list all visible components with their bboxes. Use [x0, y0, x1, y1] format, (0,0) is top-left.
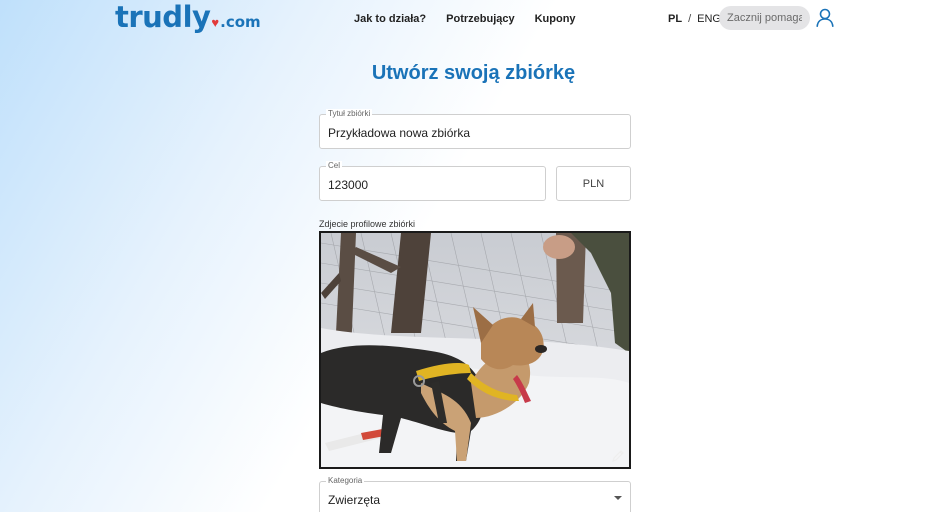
goal-field[interactable]: Cel 123000	[319, 161, 546, 201]
nav-coupons[interactable]: Kupony	[535, 12, 576, 26]
goal-field-value[interactable]: 123000	[328, 178, 368, 192]
category-select[interactable]: Kategoria Zwierzęta	[319, 476, 631, 512]
search-input[interactable]	[719, 6, 810, 30]
page-title: Utwórz swoją zbiórkę	[371, 62, 576, 84]
logo[interactable]: trudly ♥ .com	[115, 0, 261, 34]
currency-select[interactable]: PLN	[556, 166, 631, 201]
currency-value: PLN	[582, 177, 605, 190]
profile-photo[interactable]	[319, 231, 631, 469]
category-label: Kategoria	[326, 476, 365, 486]
title-field-label: Tytuł zbiórki	[326, 109, 373, 119]
lang-eng[interactable]: ENG	[697, 12, 721, 26]
main-nav: Jak to działa? Potrzebujący Kupony	[354, 12, 596, 26]
language-switcher: PL / ENG	[668, 12, 721, 26]
pencil-icon[interactable]	[611, 449, 625, 463]
user-icon[interactable]	[816, 8, 834, 27]
title-field[interactable]: Tytuł zbiórki Przykładowa nowa zbiórka	[319, 109, 631, 149]
lang-separator: /	[688, 13, 692, 25]
lang-pl[interactable]: PL	[668, 12, 682, 26]
title-field-value[interactable]: Przykładowa nowa zbiórka	[328, 126, 470, 140]
chevron-down-icon	[614, 496, 622, 500]
nav-how-it-works[interactable]: Jak to działa?	[354, 12, 426, 26]
photo-label: Zdjecie profilowe zbiórki	[319, 219, 416, 229]
logo-domain: .com	[220, 13, 261, 31]
heart-icon: ♥	[211, 15, 220, 30]
logo-text: trudly	[115, 0, 211, 34]
goal-field-label: Cel	[326, 161, 343, 171]
category-value: Zwierzęta	[328, 493, 381, 507]
nav-needy[interactable]: Potrzebujący	[446, 12, 514, 26]
dog-photo	[321, 233, 629, 467]
